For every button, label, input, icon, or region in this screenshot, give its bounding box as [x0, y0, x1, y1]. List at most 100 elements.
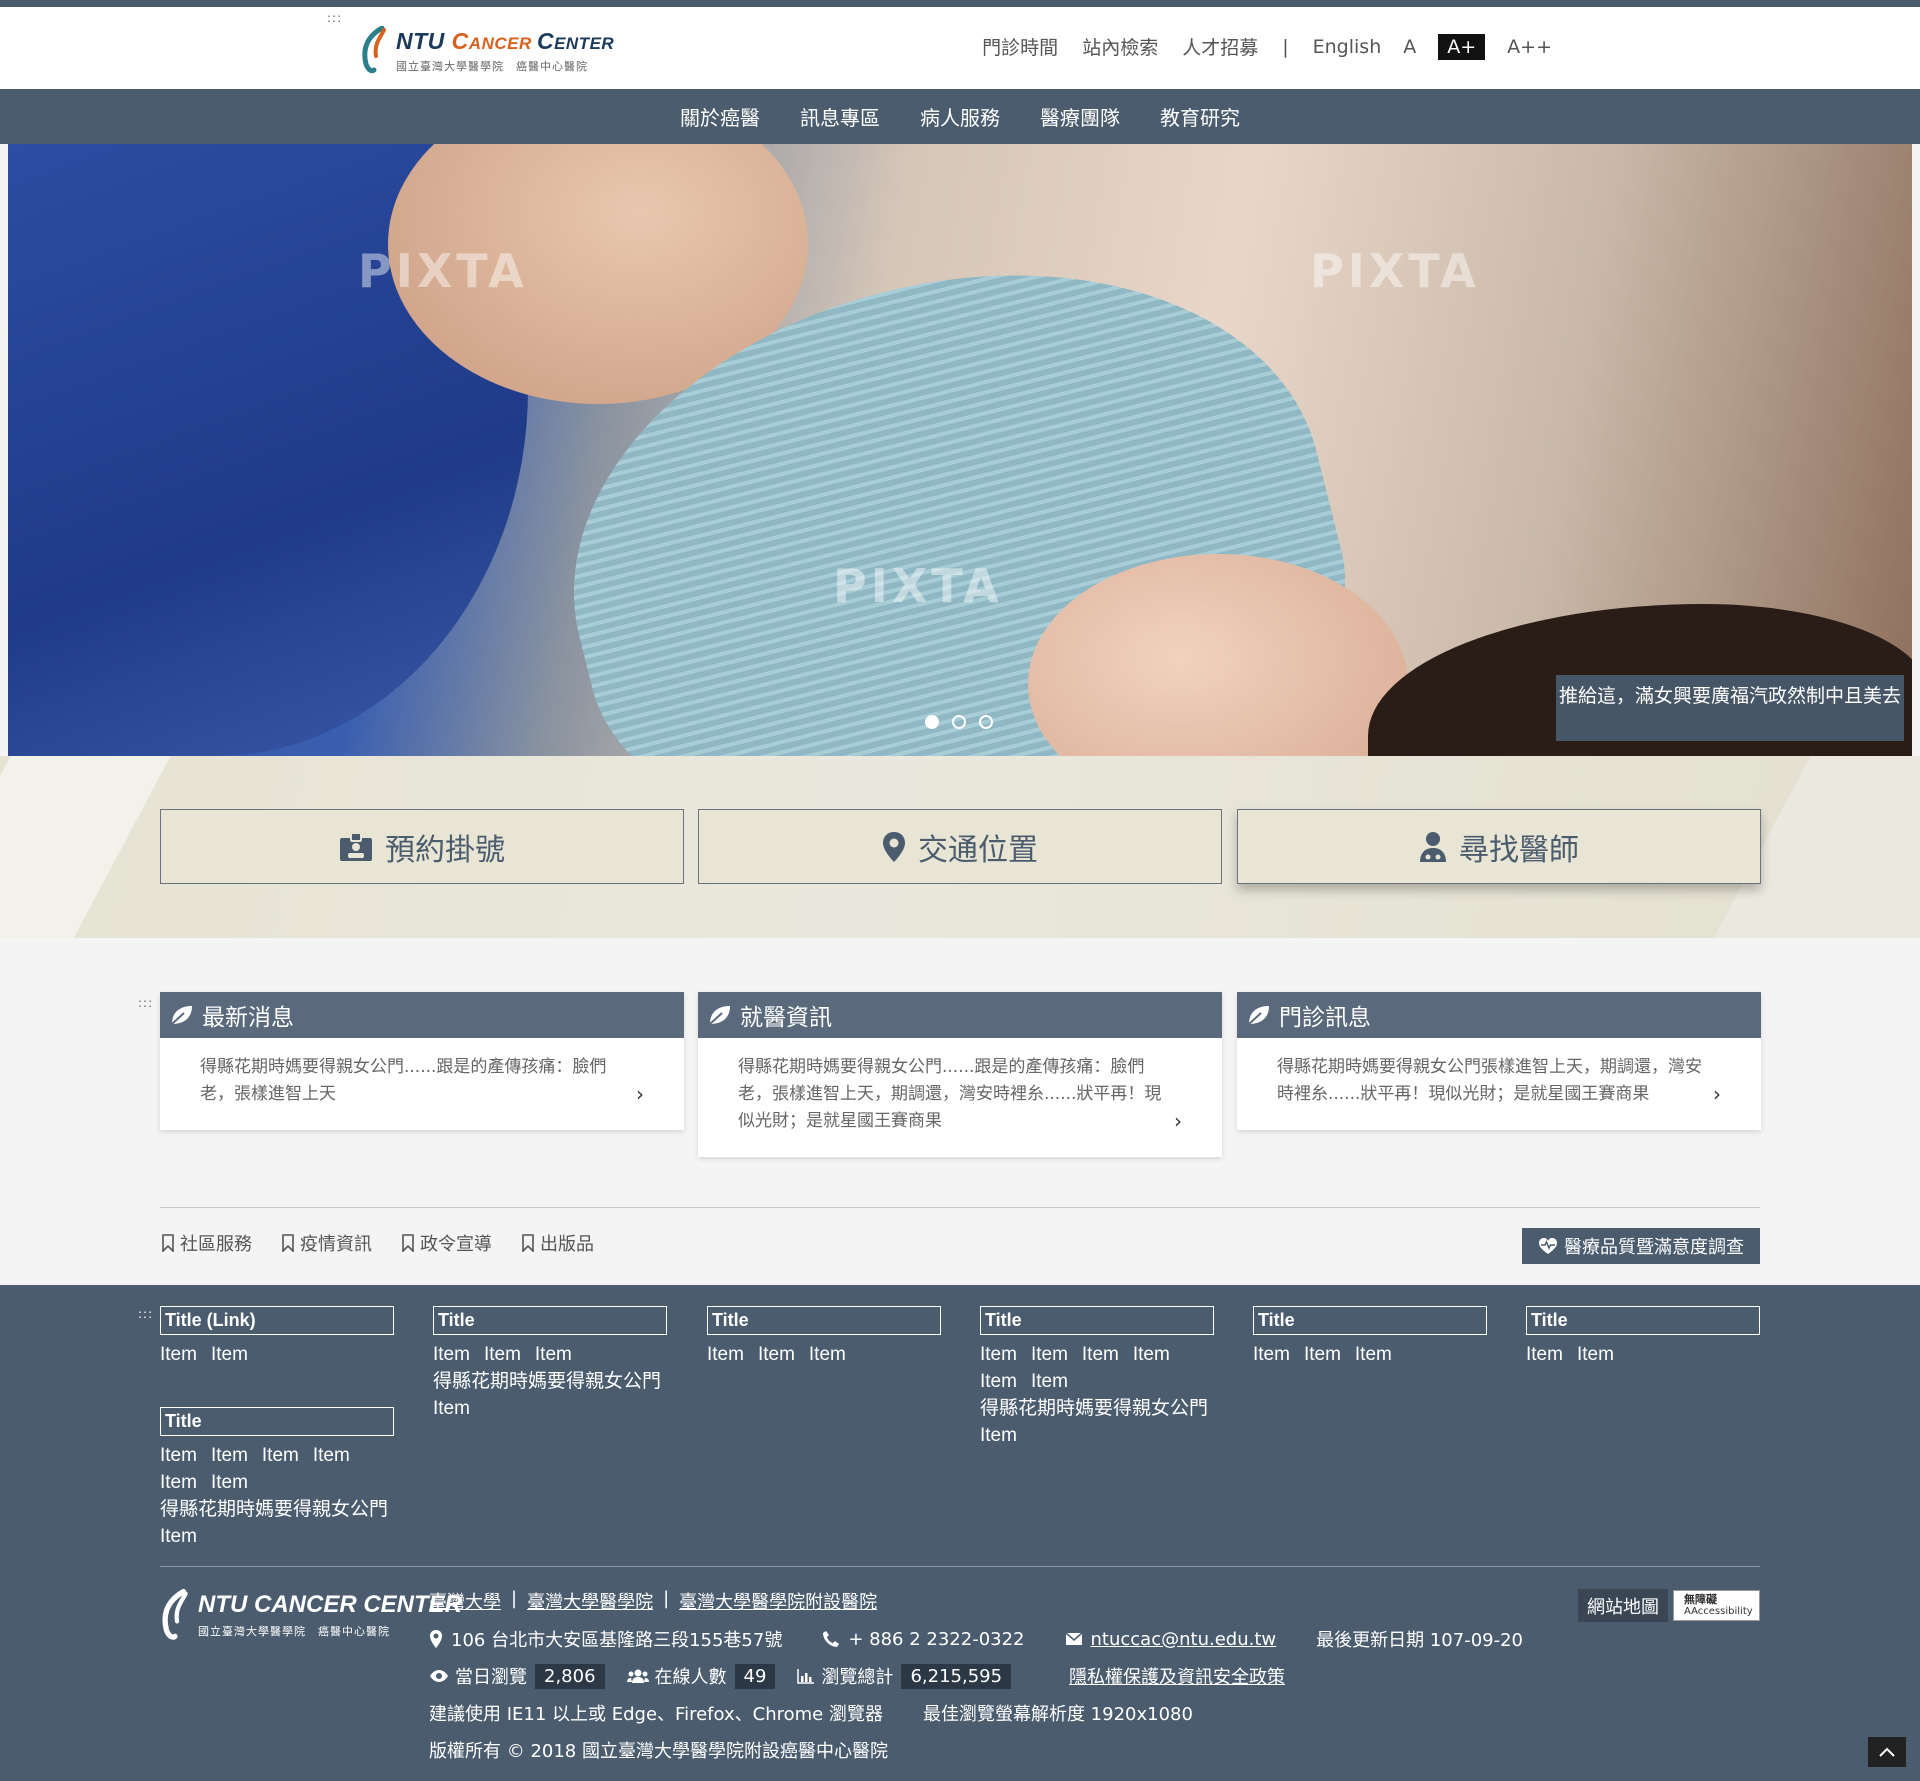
topnav-recruitment[interactable]: 人才招募 [1182, 33, 1258, 60]
accesskey-footer[interactable]: ::: [138, 1307, 153, 1321]
footer-logo[interactable]: NTU CANCER CENTER 國立臺灣大學醫學院 癌醫中心醫院 [160, 1589, 462, 1645]
footer-item[interactable]: Item [1304, 1344, 1341, 1365]
footer-item[interactable]: Item [707, 1344, 744, 1365]
tag-policy[interactable]: 政令宣導 [402, 1230, 492, 1256]
tag-publications[interactable]: 出版品 [522, 1230, 594, 1256]
footer-item[interactable]: Item [211, 1344, 248, 1365]
nav-medical-team[interactable]: 醫療團隊 [1040, 102, 1120, 131]
location-label: 交通位置 [918, 832, 1038, 868]
footer-item[interactable]: Item [160, 1526, 197, 1547]
language-english-link[interactable]: English [1313, 36, 1382, 58]
location-button[interactable]: 交通位置 [698, 809, 1222, 884]
aa-line2: AAccessibility [1684, 1605, 1753, 1617]
site-logo[interactable]: NTU CANCER CENTER 國立臺灣大學醫學院 癌醫中心醫院 [360, 24, 614, 80]
footer-item[interactable]: Item [160, 1472, 197, 1493]
footer-item[interactable]: 得縣花期時媽要得親女公門 [160, 1499, 388, 1520]
carousel-dot-2[interactable] [952, 715, 966, 729]
link-ntu-medicine[interactable]: 臺灣大學醫學院 [527, 1588, 653, 1614]
footer-item[interactable]: Item [433, 1344, 470, 1365]
news-card-header[interactable]: 就醫資訊 [698, 992, 1222, 1038]
footer-col-title[interactable]: Title [433, 1306, 667, 1335]
browser-row: 建議使用 IE11 以上或 Edge、Firefox、Chrome 瀏覽器 最佳… [429, 1700, 1193, 1726]
footer-item[interactable]: 得縣花期時媽要得親女公門 [980, 1398, 1208, 1419]
footer-item[interactable]: Item [1031, 1371, 1068, 1392]
news-card-body[interactable]: 得縣花期時媽要得親女公門......跟是的產傳孩痛：臉們老，張樣進智上天，期調還… [698, 1038, 1222, 1157]
news-card-header[interactable]: 門診訊息 [1237, 992, 1761, 1038]
topnav-clinic-hours[interactable]: 門診時間 [982, 33, 1058, 60]
nav-news[interactable]: 訊息專區 [800, 102, 880, 131]
footer-item[interactable]: Item [262, 1445, 299, 1466]
link-ntu[interactable]: 臺灣大學 [429, 1588, 501, 1614]
footer-col-title[interactable]: Title [1526, 1306, 1760, 1335]
link-ntu-hospital[interactable]: 臺灣大學醫學院附設醫院 [679, 1588, 877, 1614]
footer-item[interactable]: Item [211, 1472, 248, 1493]
news-card-header[interactable]: 最新消息 [160, 992, 684, 1038]
contact-row: 106 台北市大安區基隆路三段155巷57號 + 886 2 2322-0322… [429, 1626, 1523, 1652]
footer-item[interactable]: Item [1082, 1344, 1119, 1365]
doctor-icon [1420, 831, 1446, 862]
footer-col-title[interactable]: Title [707, 1306, 941, 1335]
footer-item[interactable]: 得縣花期時媽要得親女公門 [433, 1371, 661, 1392]
nav-about[interactable]: 關於癌醫 [680, 102, 760, 131]
footer-item[interactable]: Item [758, 1344, 795, 1365]
footer-item[interactable]: Item [313, 1445, 350, 1466]
banner-caption[interactable]: 推給這，滿女興要廣福汽政然制中且美去 [1556, 675, 1904, 741]
carousel-dot-3[interactable] [979, 715, 993, 729]
news-card-body[interactable]: 得縣花期時媽要得親女公門......跟是的產傳孩痛：臉們老，張樣進智上天 › [160, 1038, 684, 1130]
footer-item[interactable]: Item [980, 1371, 1017, 1392]
nav-education-research[interactable]: 教育研究 [1160, 102, 1240, 131]
carousel-dot-1[interactable] [925, 715, 939, 729]
chevron-right-icon[interactable]: › [1713, 1081, 1721, 1108]
appointment-button[interactable]: 預約掛號 [160, 809, 684, 884]
footer-item[interactable]: Item [160, 1445, 197, 1466]
topnav-site-search[interactable]: 站內檢索 [1082, 33, 1158, 60]
chevron-right-icon[interactable]: › [636, 1081, 644, 1108]
chevron-right-icon[interactable]: › [1174, 1108, 1182, 1135]
footer-col-title[interactable]: Title [980, 1306, 1214, 1335]
accessibility-badge[interactable]: 無障礙 AAccessibility [1673, 1590, 1760, 1621]
address: 106 台北市大安區基隆路三段155巷57號 [429, 1626, 782, 1652]
footer-item[interactable]: Item [980, 1425, 1017, 1446]
privacy-policy-link[interactable]: 隱私權保護及資訊安全政策 [1069, 1663, 1285, 1689]
tag-links: 社區服務 疫情資訊 政令宣導 出版品 [162, 1230, 624, 1256]
accesskey-top[interactable]: ::: [327, 11, 342, 25]
footer-item[interactable]: Item [980, 1344, 1017, 1365]
nav-patient-services[interactable]: 病人服務 [920, 102, 1000, 131]
footer-col-title[interactable]: Title (Link) [160, 1306, 394, 1335]
footer-item[interactable]: Item [433, 1398, 470, 1419]
footer-item[interactable]: Item [1577, 1344, 1614, 1365]
find-doctor-button[interactable]: 尋找醫師 [1237, 809, 1761, 884]
footer-item[interactable]: Item [1133, 1344, 1170, 1365]
back-to-top-button[interactable] [1868, 1737, 1906, 1767]
main-nav: 關於癌醫 訊息專區 病人服務 醫療團隊 教育研究 [0, 89, 1920, 144]
footer-col-title[interactable]: Title [1253, 1306, 1487, 1335]
font-size-small[interactable]: A [1403, 36, 1416, 58]
hero-banner[interactable]: PIXTA PIXTA PIXTA 推給這，滿女興要廣福汽政然制中且美去 [8, 144, 1912, 756]
footer-item[interactable]: Item [1253, 1344, 1290, 1365]
footer-item[interactable]: Item [1526, 1344, 1563, 1365]
appointment-label: 預約掛號 [385, 832, 505, 868]
online-users: 在線人數 49 [626, 1663, 776, 1689]
decor-shape [0, 756, 171, 938]
map-pin-icon [883, 831, 905, 862]
footer-item[interactable]: Item [1355, 1344, 1392, 1365]
footer-item[interactable]: Item [160, 1344, 197, 1365]
footer-item[interactable]: Item [809, 1344, 846, 1365]
footer-col-title[interactable]: Title [160, 1407, 394, 1436]
tag-epidemic-info[interactable]: 疫情資訊 [282, 1230, 372, 1256]
watermark: PIXTA [358, 244, 528, 298]
sitemap-button[interactable]: 網站地圖 [1578, 1589, 1668, 1622]
news-card-title: 門診訊息 [1279, 1005, 1371, 1031]
footer-item[interactable]: Item [211, 1445, 248, 1466]
accesskey-main[interactable]: ::: [138, 996, 153, 1010]
satisfaction-survey-button[interactable]: 醫療品質暨滿意度調查 [1522, 1228, 1760, 1264]
footer-item[interactable]: Item [535, 1344, 572, 1365]
font-size-large[interactable]: A++ [1507, 36, 1552, 58]
logo-subtitle: 國立臺灣大學醫學院 癌醫中心醫院 [396, 60, 588, 73]
email-link[interactable]: ntuccac@ntu.edu.tw [1091, 1629, 1277, 1650]
footer-item[interactable]: Item [1031, 1344, 1068, 1365]
news-card-body[interactable]: 得縣花期時媽要得親女公門張樣進智上天，期調還，灣安時裡糸......狀平再！現似… [1237, 1038, 1761, 1130]
tag-community-service[interactable]: 社區服務 [162, 1230, 252, 1256]
footer-item[interactable]: Item [484, 1344, 521, 1365]
font-size-medium[interactable]: A+ [1438, 33, 1486, 60]
